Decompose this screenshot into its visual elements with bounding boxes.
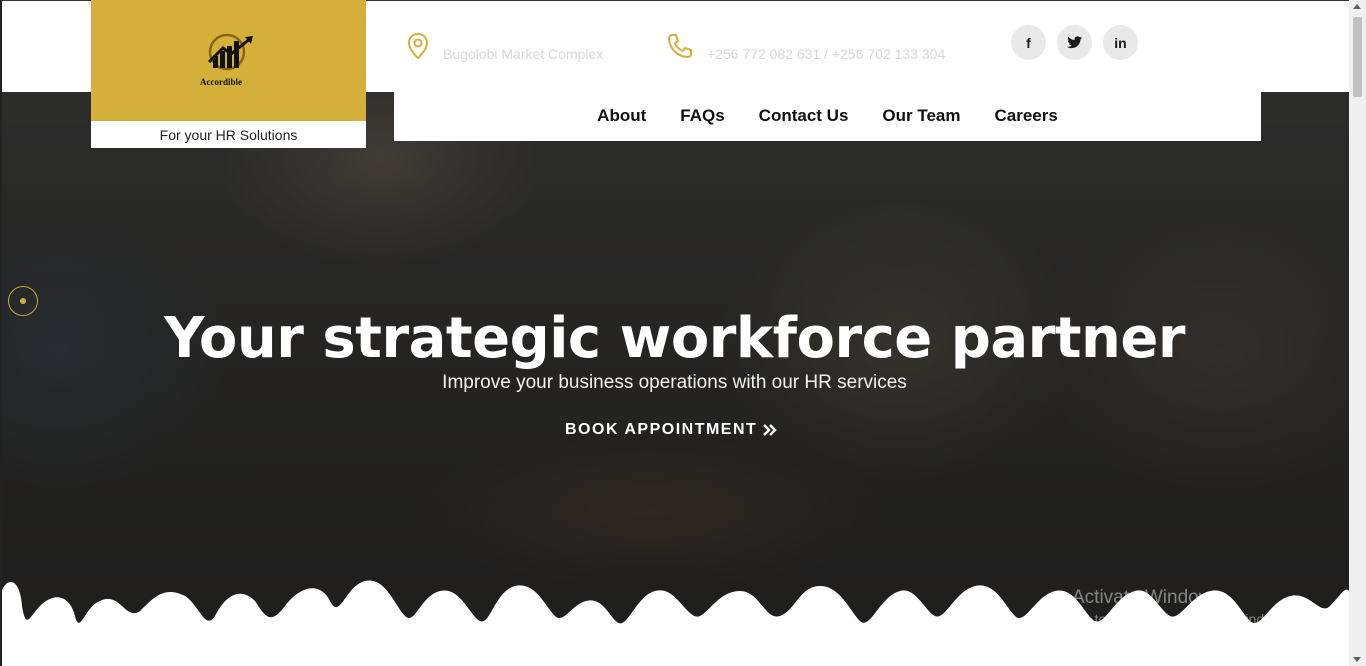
main-nav: About FAQs Contact Us Our Team Careers (394, 91, 1261, 141)
hero-subtitle: Improve your business operations with ou… (442, 372, 907, 393)
twitter-icon[interactable] (1057, 25, 1092, 60)
nav-item-about[interactable]: About (597, 106, 646, 126)
scroll-down-icon[interactable] (1353, 657, 1361, 662)
nav-item-faqs[interactable]: FAQs (680, 106, 724, 126)
linkedin-icon[interactable]: in (1103, 25, 1138, 60)
slider-dot (20, 298, 26, 304)
logo-panel[interactable]: Accordible (91, 0, 366, 121)
logo-tagline: For your HR Solutions (91, 121, 366, 148)
map-pin-icon (407, 33, 429, 59)
nav-item-our-team[interactable]: Our Team (882, 106, 960, 126)
book-appointment-button[interactable]: BOOK APPOINTMENT (565, 421, 778, 439)
scroll-up-icon[interactable] (1353, 4, 1361, 9)
nav-item-careers[interactable]: Careers (995, 106, 1058, 126)
nav-item-contact-us[interactable]: Contact Us (759, 106, 849, 126)
twitter-bird-icon (1067, 36, 1082, 49)
book-appointment-label: BOOK APPOINTMENT (565, 421, 758, 438)
phone-icon (668, 34, 692, 58)
vertical-scrollbar[interactable] (1349, 0, 1366, 666)
logo-name: Accordible (200, 77, 242, 87)
hero-title: Your strategic workforce partner (163, 306, 1186, 371)
scroll-thumb[interactable] (1353, 17, 1362, 97)
watermark-title: Activate Windows (1072, 587, 1222, 608)
phone-info: +256 772 082 631 / +256 702 133 304 (667, 30, 945, 62)
address-text: Bugolobi Market Complex (443, 46, 604, 62)
phone-text[interactable]: +256 772 082 631 / +256 702 133 304 (707, 46, 945, 62)
watermark-subtitle: Go to Settings to activate Windows. (1072, 611, 1293, 627)
address-info: Bugolobi Market Complex (407, 30, 603, 62)
double-chevron-right-icon (763, 424, 778, 436)
linkedin-label: in (1114, 34, 1127, 51)
windows-activation-watermark: Activate Windows Go to Settings to activ… (1072, 587, 1293, 627)
facebook-label: f (1026, 34, 1031, 51)
facebook-icon[interactable]: f (1011, 25, 1046, 60)
